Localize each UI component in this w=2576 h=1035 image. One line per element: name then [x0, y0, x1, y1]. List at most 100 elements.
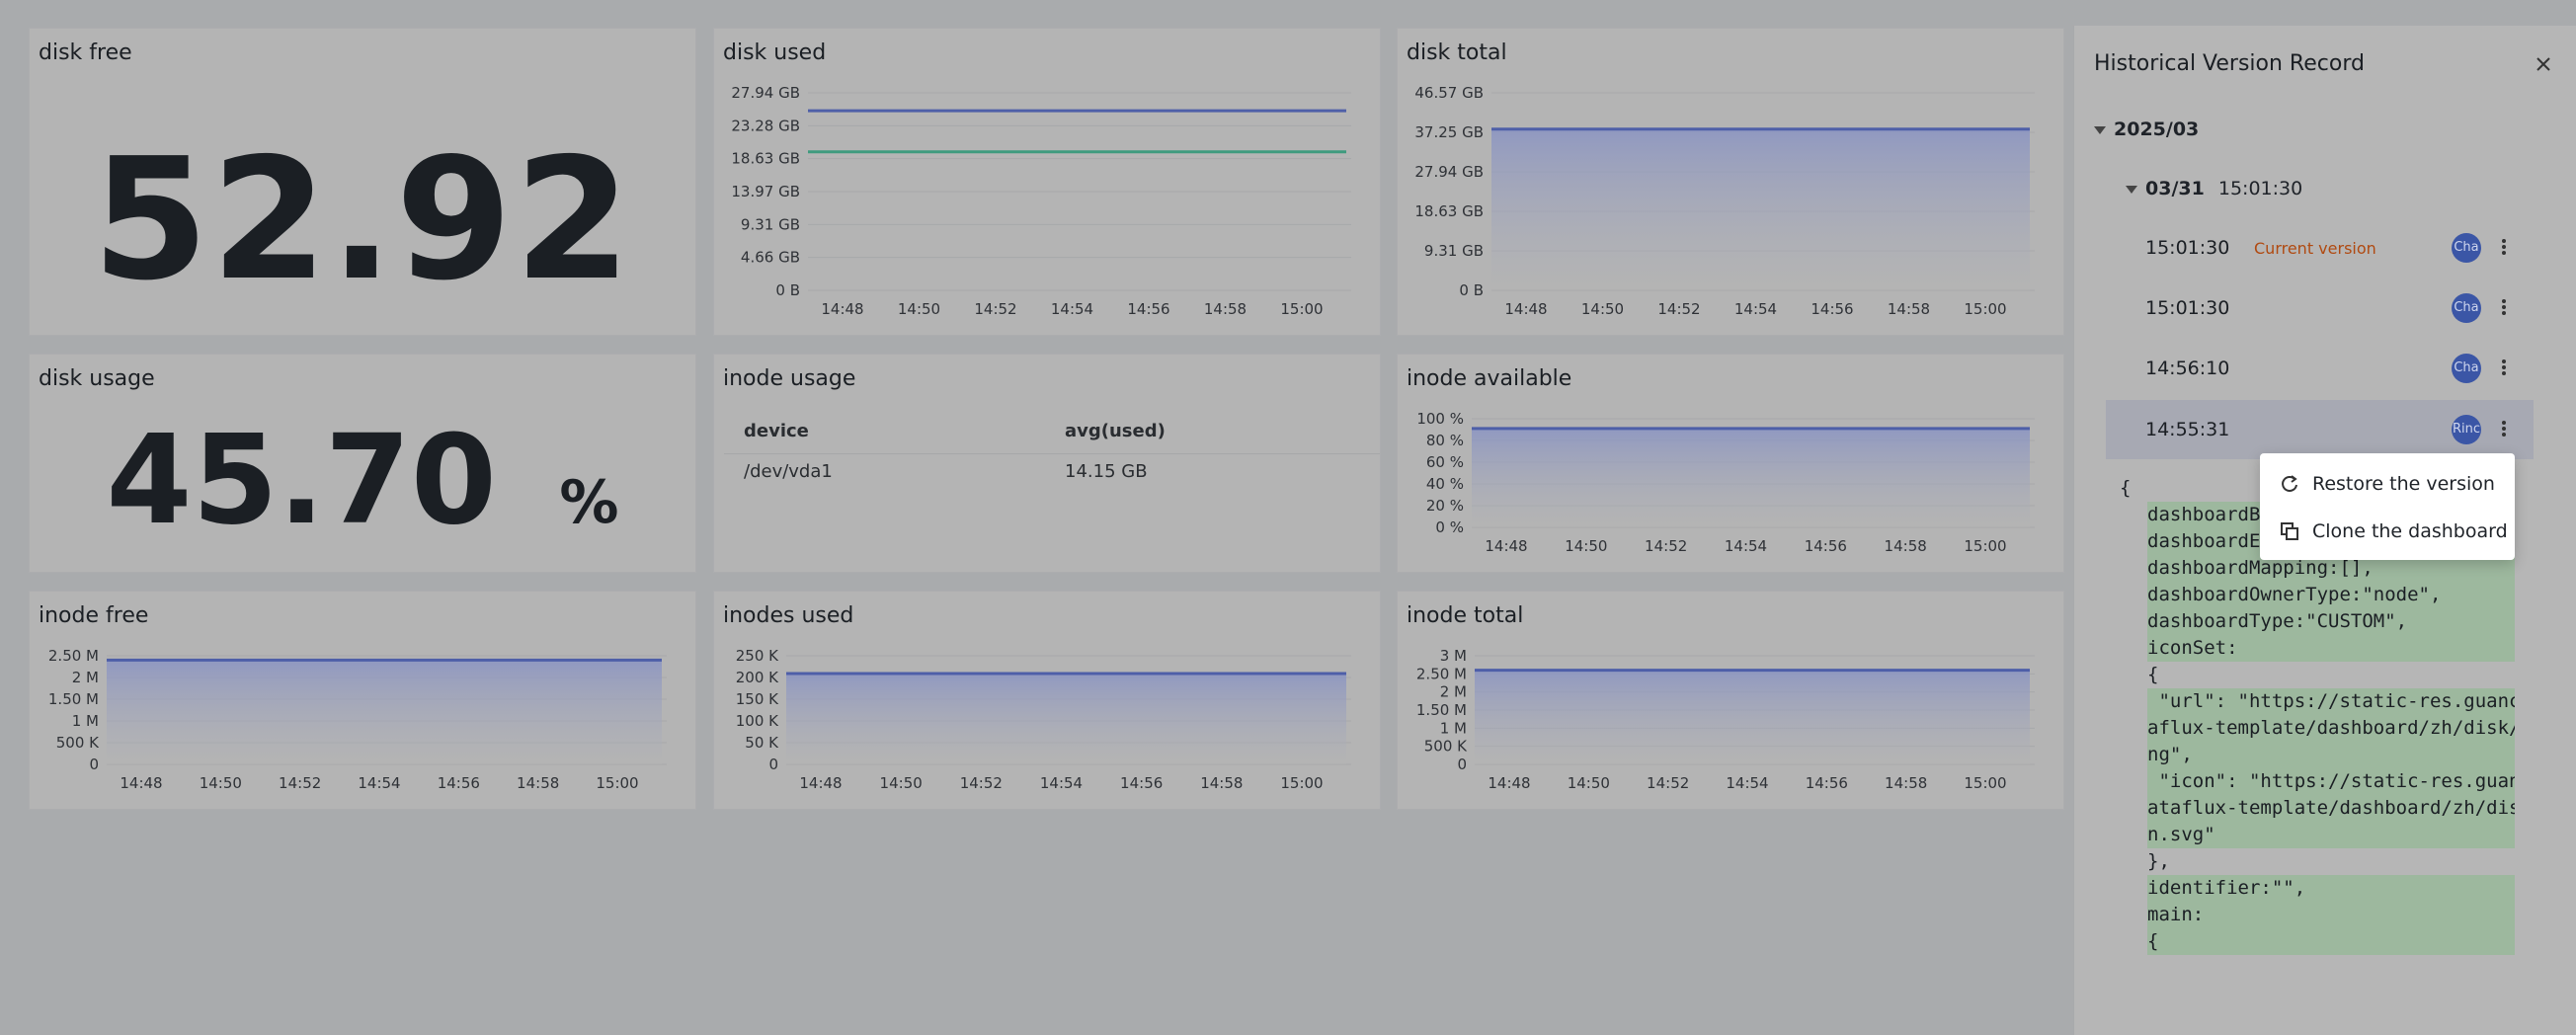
json-line: ataflux-template/dashboard/zh/disk/ico	[2147, 795, 2515, 822]
panel-disk-used: disk used 27.94 GB 23.28 GB 18.63 GB 13.97 …	[713, 28, 1381, 336]
x-tick-label: 14:54	[1051, 300, 1093, 318]
avatar: Cha	[2452, 354, 2481, 383]
drawer-title: Historical Version Record	[2094, 51, 2365, 76]
x-tick-label: 14:52	[1645, 537, 1687, 555]
y-tick-label: 13.97 GB	[731, 183, 800, 200]
chart-inode-total: 3 M2.50 M2 M1.50 M1 M500 K0 14:48 14:50 14:…	[1416, 647, 2035, 792]
chart-disk-total: 46.57 GB 37.25 GB 27.94 GB 18.63 GB 9.31 GB 0…	[1414, 84, 2035, 318]
version-item-selected[interactable]: 14:55:31 Rinc	[2106, 400, 2534, 459]
version-item[interactable]: 15:01:30 Current version Cha	[2106, 218, 2534, 278]
x-tick-label: 14:58	[517, 774, 559, 792]
version-item[interactable]: 14:56:10 Cha	[2106, 339, 2534, 398]
month-group-toggle[interactable]: 2025/03	[2094, 119, 2199, 140]
x-tick-label: 14:50	[898, 300, 940, 318]
restore-version-menu-item[interactable]: Restore the version	[2260, 461, 2515, 507]
y-tick-label: 2.50 M	[48, 647, 99, 665]
json-line: n.svg"	[2147, 822, 2515, 848]
json-line: iconSet:	[2147, 635, 2515, 662]
day-date: 03/31	[2145, 178, 2205, 199]
y-tick-label: 0 %	[1435, 518, 1464, 536]
y-tick-label: 0	[768, 756, 778, 773]
y-tick-label: 1.50 M	[48, 690, 99, 708]
menu-label: Clone the dashboard	[2312, 520, 2508, 542]
x-tick-label: 15:00	[1280, 300, 1323, 318]
y-tick-label: 60 %	[1426, 453, 1464, 471]
json-line: {	[2147, 928, 2515, 955]
x-tick-label: 15:00	[1964, 300, 2006, 318]
x-tick-label: 14:52	[960, 774, 1003, 792]
month-label: 2025/03	[2114, 119, 2200, 140]
x-tick-label: 14:48	[799, 774, 842, 792]
version-item[interactable]: 15:01:30 Cha	[2106, 279, 2534, 338]
y-tick-label: 18.63 GB	[1414, 202, 1484, 220]
chart-inode-available: 100 % 80 % 60 % 40 % 20 % 0 % 14:48 14:50 14:52 1…	[1416, 410, 2035, 555]
x-tick-label: 14:52	[1647, 774, 1689, 792]
y-tick-label: 0 B	[1459, 281, 1484, 299]
panel-inodes-used: inodes used 250 K 200 K 150 K 100 K 50 K 0 14:…	[713, 591, 1381, 810]
x-tick-label: 15:00	[1280, 774, 1323, 792]
table-divider	[724, 453, 1380, 454]
y-tick-label: 2 M	[1440, 683, 1467, 701]
avatar: Rinc	[2452, 415, 2481, 444]
x-tick-label: 14:56	[1806, 774, 1848, 792]
day-time: 15:01:30	[2217, 178, 2303, 199]
series-area	[1472, 428, 2030, 527]
x-tick-label: 14:54	[1725, 537, 1767, 555]
more-vertical-icon[interactable]	[2494, 232, 2514, 262]
y-tick-label: 500 K	[56, 734, 100, 752]
series-area	[107, 660, 662, 764]
more-vertical-icon[interactable]	[2494, 414, 2514, 443]
x-tick-label: 14:56	[1805, 537, 1847, 555]
table-cell-device: /dev/vda1	[744, 461, 833, 482]
y-tick-label: 20 %	[1426, 497, 1464, 515]
y-tick-label: 0	[1457, 756, 1467, 773]
x-tick-label: 15:00	[596, 774, 638, 792]
y-tick-label: 27.94 GB	[1414, 163, 1484, 181]
json-line: main:	[2147, 902, 2515, 928]
x-tick-label: 14:48	[1504, 300, 1547, 318]
json-line: "url": "https://static-res.guance.com/da…	[2147, 688, 2515, 715]
y-tick-label: 500 K	[1424, 738, 1468, 756]
json-line: dashboardOwnerType:"node",	[2147, 582, 2515, 608]
usage-number: 45.70	[106, 409, 497, 552]
x-tick-label: 15:00	[1964, 537, 2006, 555]
y-tick-label: 4.66 GB	[741, 249, 800, 267]
json-line: "icon": "https://static-res.guance.com/d	[2147, 768, 2515, 795]
table-header-avg-used: avg(used)	[1065, 421, 1166, 441]
day-group-toggle[interactable]: 03/31 15:01:30	[2126, 178, 2302, 199]
clone-dashboard-menu-item[interactable]: Clone the dashboard	[2260, 509, 2515, 554]
y-tick-label: 9.31 GB	[741, 215, 800, 233]
table-header-device: device	[744, 421, 809, 441]
y-tick-label: 1 M	[1440, 719, 1467, 737]
chart-inode-free: 2.50 M 2 M 1.50 M 1 M 500 K 0 14:48 14:50 14:52 1…	[48, 647, 667, 792]
y-tick-label: 37.25 GB	[1414, 123, 1484, 141]
y-tick-label: 2.50 M	[1416, 665, 1467, 682]
panel-disk-free: disk free 52.92	[29, 28, 696, 336]
table-cell-avg-used: 14.15 GB	[1065, 461, 1148, 482]
y-tick-label: 100 K	[736, 712, 779, 730]
y-tick-label: 46.57 GB	[1414, 84, 1484, 102]
y-tick-label: 1.50 M	[1416, 701, 1467, 719]
big-value: 52.92	[92, 122, 633, 318]
panel-inode-total: inode total 3 M 2.50 M2 M 1.50 M1 M 500 K01…	[1397, 591, 2064, 810]
panel-title: disk usage	[39, 366, 155, 391]
more-vertical-icon[interactable]	[2494, 292, 2514, 322]
more-vertical-icon[interactable]	[2494, 353, 2514, 382]
avatar: Cha	[2452, 233, 2481, 263]
version-time: 15:01:30	[2145, 297, 2230, 319]
panel-title: inode usage	[723, 366, 856, 391]
y-tick-label: 23.28 GB	[731, 117, 800, 134]
y-tick-label: 40 %	[1426, 475, 1464, 493]
x-tick-label: 14:58	[1200, 774, 1243, 792]
json-line: dashboardType:"CUSTOM",	[2147, 608, 2515, 635]
y-tick-label: 0	[89, 756, 99, 773]
chart-inodes-used: 250 K 200 K 150 K 100 K 50 K 0 14:48 14:50 14:52…	[736, 647, 1351, 792]
y-tick-label: 50 K	[745, 734, 779, 752]
chart-disk-used: 27.94 GB 23.28 GB 18.63 GB 13.97 GB 9.31 GB 4…	[731, 84, 1351, 318]
panel-inode-available: inode available 100 % 80 % 60 % 40 % 20 % 0 %…	[1397, 354, 2064, 573]
close-icon[interactable]	[2531, 51, 2556, 77]
restore-icon	[2280, 474, 2299, 494]
x-tick-label: 14:56	[1811, 300, 1853, 318]
y-tick-label: 1 M	[72, 712, 99, 730]
y-tick-label: 9.31 GB	[1424, 242, 1484, 260]
